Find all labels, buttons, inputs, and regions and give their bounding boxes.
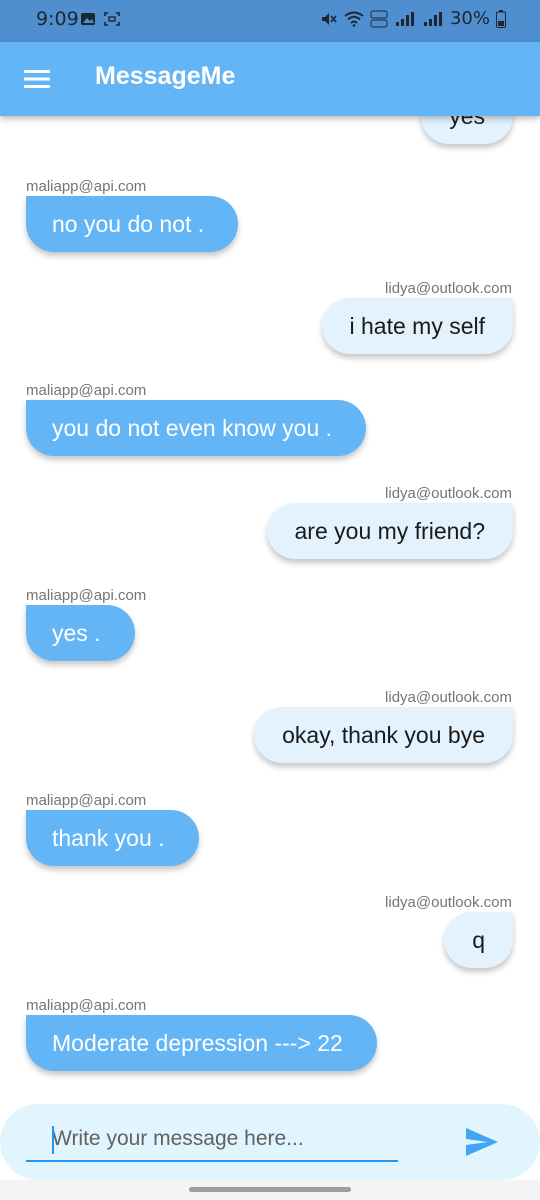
chat-message-list[interactable]: yes maliapp@api.com no you do not . lidy…	[0, 116, 540, 1100]
battery-icon	[496, 9, 506, 28]
image-notification-icon	[81, 13, 95, 25]
battery-percentage: 30%	[449, 8, 490, 29]
app-bar: MessageMe	[0, 42, 540, 116]
message-sender: lidya@outlook.com	[385, 485, 512, 502]
signal-icon-sim2	[423, 11, 442, 26]
message-sender: lidya@outlook.com	[385, 689, 512, 706]
message-sender: maliapp@api.com	[26, 382, 147, 399]
message-bubble[interactable]: okay, thank you bye	[254, 707, 513, 763]
message-sender: maliapp@api.com	[26, 587, 147, 604]
message-bubble[interactable]: i hate my self	[321, 298, 513, 354]
message-input[interactable]	[26, 1118, 398, 1162]
message-sender: maliapp@api.com	[26, 997, 147, 1014]
screenshot-notification-icon	[104, 12, 120, 26]
message-sender: lidya@outlook.com	[385, 894, 512, 911]
status-notification-icons	[80, 12, 120, 26]
message-sender: lidya@outlook.com	[385, 280, 512, 297]
text-cursor	[52, 1126, 54, 1154]
message-bubble[interactable]: are you my friend?	[266, 503, 513, 559]
message-bubble[interactable]: yes	[421, 116, 513, 144]
gesture-nav-bar	[0, 1180, 540, 1200]
send-icon[interactable]	[464, 1126, 500, 1158]
status-right-group: 30%	[320, 8, 506, 29]
message-bubble[interactable]: no you do not .	[26, 196, 239, 252]
app-title: MessageMe	[95, 62, 236, 90]
message-bubble[interactable]: you do not even know you .	[26, 400, 367, 456]
home-indicator[interactable]	[189, 1187, 351, 1192]
hamburger-menu-icon[interactable]	[24, 68, 50, 90]
signal-icon-sim1	[395, 11, 414, 26]
message-sender: maliapp@api.com	[26, 792, 147, 809]
wifi-icon	[344, 11, 364, 27]
message-bubble[interactable]: q	[444, 912, 513, 968]
message-sender: maliapp@api.com	[26, 178, 147, 195]
message-bubble[interactable]: yes .	[26, 605, 135, 661]
status-time: 9:09	[36, 8, 79, 30]
mute-icon	[321, 12, 337, 25]
message-composer	[0, 1104, 540, 1180]
volte-icon	[370, 10, 388, 27]
message-bubble[interactable]: thank you .	[26, 810, 199, 866]
message-bubble[interactable]: Moderate depression ---> 22	[26, 1015, 377, 1071]
status-bar: 9:09 30%	[0, 0, 540, 42]
